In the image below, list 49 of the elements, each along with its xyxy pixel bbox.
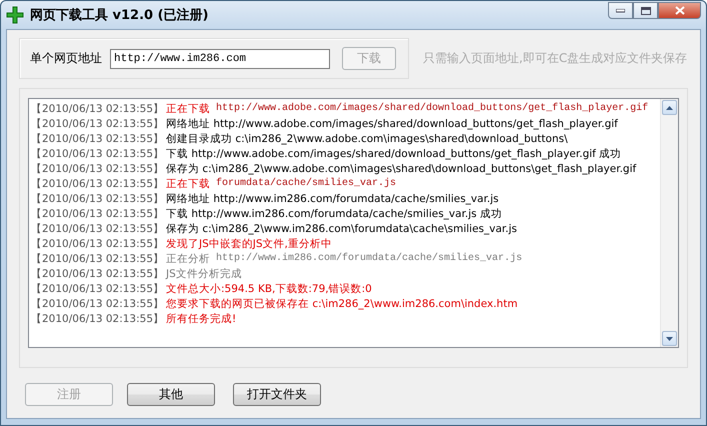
- log-message: 所有任务完成!: [166, 312, 236, 326]
- log-timestamp: 【2010/06/13 02:13:55】: [31, 312, 164, 326]
- log-timestamp: 【2010/06/13 02:13:55】: [31, 102, 164, 116]
- log-timestamp: 【2010/06/13 02:13:55】: [31, 206, 164, 220]
- app-icon: [6, 6, 24, 24]
- log-timestamp: 【2010/06/13 02:13:55】: [31, 266, 164, 280]
- log-timestamp: 【2010/06/13 02:13:55】: [31, 116, 164, 130]
- log-message: 下载 http://www.im286.com/forumdata/cache/smilies_var.js 成功: [166, 206, 502, 220]
- action-button[interactable]: 其他: [127, 383, 215, 406]
- log-timestamp: 【2010/06/13 02:13:55】: [31, 132, 164, 146]
- log-detail: http://www.adobe.com/images/shared/download_buttons/get_flash_player.gif: [216, 103, 648, 114]
- log-timestamp: 【2010/06/13 02:13:55】: [31, 282, 164, 296]
- log-timestamp: 【2010/06/13 02:13:55】: [31, 162, 164, 176]
- close-icon: [674, 6, 684, 15]
- minimize-button[interactable]: [608, 2, 633, 19]
- log-message: 正在下载: [166, 102, 210, 116]
- log-message: 创建目录成功 c:\im286_2\www.adobe.com\images\shared\download_buttons\: [166, 132, 568, 146]
- action-button[interactable]: 打开文件夹: [233, 383, 321, 406]
- log-message: 网络地址 http://www.adobe.com/images/shared/download_buttons/get_flash_player.gif: [166, 116, 618, 130]
- scroll-down-icon[interactable]: [662, 331, 677, 346]
- log-timestamp: 【2010/06/13 02:13:55】: [31, 222, 164, 236]
- log-message: 下载 http://www.adobe.com/images/shared/download_buttons/get_flash_player.gif 成功: [166, 146, 622, 160]
- log-message: 正在分析: [166, 252, 210, 266]
- log-message: 正在下载: [166, 176, 210, 190]
- log-timestamp: 【2010/06/13 02:13:55】: [31, 146, 164, 160]
- log-message: 文件总大小:594.5 KB,下载数:79,错误数:0: [166, 282, 372, 296]
- log-timestamp: 【2010/06/13 02:13:55】: [31, 192, 164, 206]
- log-message: 网络地址 http://www.im286.com/forumdata/cache/smilies_var.js: [166, 192, 499, 206]
- window-title: 网页下载工具 v12.0 (已注册): [30, 6, 210, 24]
- close-button[interactable]: [658, 2, 701, 19]
- log-message: 保存为 c:\im286_2\www.adobe.com\images\shared\download_buttons\get_flash_player.gif: [166, 162, 636, 176]
- log-message: JS文件分析完成: [166, 266, 242, 280]
- log-detail: forumdata/cache/smilies_var.js: [216, 178, 396, 189]
- maximize-icon: [640, 6, 650, 14]
- log-detail: http://www.im286.com/forumdata/cache/smilies_var.js: [216, 253, 522, 264]
- log-message: 发现了JS中嵌套的JS文件,重分析中: [166, 236, 332, 250]
- log-timestamp: 【2010/06/13 02:13:55】: [31, 296, 164, 310]
- log-timestamp: 【2010/06/13 02:13:55】: [31, 252, 164, 266]
- log-message: 您要求下载的网页已被保存在 c:\im286_2\www.im286.com\index.htm: [166, 296, 518, 310]
- hint-text: 只需输入页面地址,即可在C盘生成对应文件夹保存: [423, 50, 688, 67]
- log-timestamp: 【2010/06/13 02:13:55】: [31, 176, 164, 190]
- minimize-icon: [616, 8, 625, 12]
- log-timestamp: 【2010/06/13 02:13:55】: [31, 236, 164, 250]
- log-message: 保存为 c:\im286_2\www.im286.com\forumdata\cache\smilies_var.js: [166, 222, 517, 236]
- url-field[interactable]: http://www.im286.com: [110, 48, 330, 68]
- maximize-button[interactable]: [633, 2, 658, 19]
- scroll-up-icon[interactable]: [662, 100, 677, 115]
- scrollbar[interactable]: [660, 99, 678, 347]
- url-label: 单个网页地址: [30, 50, 102, 67]
